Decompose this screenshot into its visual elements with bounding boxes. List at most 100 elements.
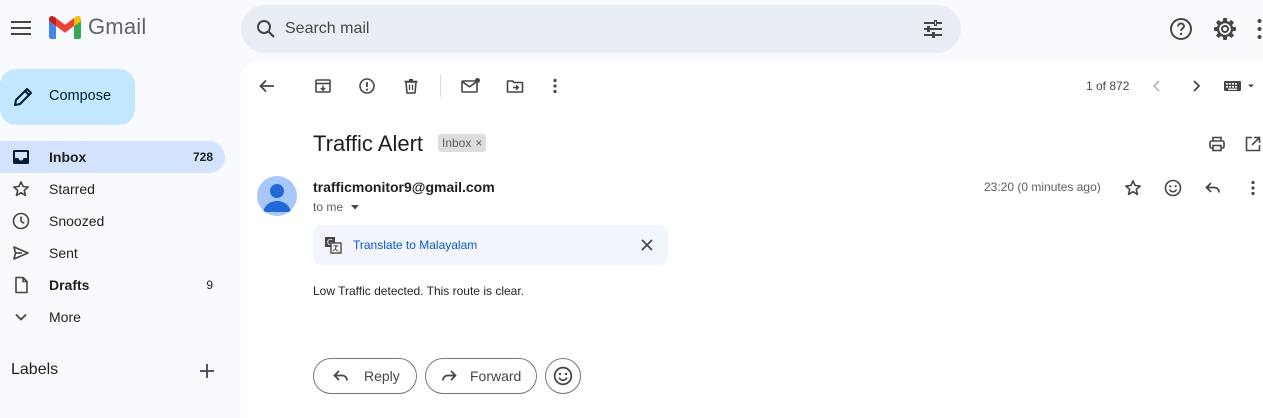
open-new-window-button[interactable] xyxy=(1241,132,1263,156)
reply-button[interactable] xyxy=(1201,176,1225,200)
add-reaction-button[interactable] xyxy=(1161,176,1185,200)
caret-down-icon xyxy=(351,205,360,210)
support-button[interactable] xyxy=(1168,16,1194,42)
sidebar-item-label: Drafts xyxy=(49,277,90,293)
message-pane: 1 of 872 Traffic Alert Inbox × trafficmo… xyxy=(241,62,1263,418)
translate-bar: G Translate to Malayalam xyxy=(313,225,668,265)
print-button[interactable] xyxy=(1205,132,1229,156)
star-icon xyxy=(12,180,30,198)
create-label-button[interactable] xyxy=(198,362,216,380)
sidebar: Compose Inbox 728 Starred Snoozed Sent D… xyxy=(0,58,241,418)
send-icon xyxy=(12,244,30,262)
gmail-m-icon xyxy=(49,15,81,39)
chevron-right-icon xyxy=(1193,80,1201,92)
menu-icon xyxy=(11,21,31,35)
message-time: 23:20 (0 minutes ago) xyxy=(984,180,1101,194)
help-icon xyxy=(1170,18,1192,40)
recipient-text: to me xyxy=(313,200,344,214)
label-chip-text: Inbox xyxy=(442,136,472,150)
labels-heading: Labels xyxy=(11,361,59,378)
delete-button[interactable] xyxy=(399,74,423,98)
avatar[interactable] xyxy=(257,176,297,216)
sender-email[interactable]: trafficmonitor9@gmail.com xyxy=(313,179,495,195)
sidebar-item-label: Starred xyxy=(49,181,95,197)
search-bar xyxy=(241,5,961,53)
google-apps-button[interactable] xyxy=(1256,18,1263,40)
reply-pill-button[interactable]: Reply xyxy=(313,358,417,394)
app-name: Gmail xyxy=(88,14,147,39)
inbox-label-chip[interactable]: Inbox × xyxy=(438,134,487,152)
sidebar-item-inbox[interactable]: Inbox 728 xyxy=(0,141,225,173)
search-button[interactable] xyxy=(254,17,278,41)
draft-icon xyxy=(12,276,30,294)
sidebar-item-sent[interactable]: Sent xyxy=(0,237,225,269)
older-button[interactable] xyxy=(1184,74,1208,98)
back-button[interactable] xyxy=(255,74,279,98)
sidebar-item-more[interactable]: More xyxy=(0,301,225,333)
sidebar-item-snoozed[interactable]: Snoozed xyxy=(0,205,225,237)
more-options-button[interactable] xyxy=(543,74,567,98)
plus-icon xyxy=(200,364,214,378)
star-button[interactable] xyxy=(1121,176,1145,200)
sidebar-item-starred[interactable]: Starred xyxy=(0,173,225,205)
emoji-icon xyxy=(553,366,573,386)
forward-icon xyxy=(442,370,457,381)
search-options-button[interactable] xyxy=(921,17,945,41)
emoji-icon xyxy=(1164,179,1182,197)
pencil-icon xyxy=(11,85,35,109)
settings-button[interactable] xyxy=(1212,16,1238,42)
mark-unread-button[interactable] xyxy=(459,74,483,98)
sidebar-item-drafts[interactable]: Drafts 9 xyxy=(0,269,225,301)
reply-icon xyxy=(333,370,348,381)
more-vert-icon xyxy=(1251,180,1255,196)
sidebar-item-label: More xyxy=(49,309,81,325)
move-to-icon xyxy=(506,80,524,93)
sidebar-item-label: Inbox xyxy=(49,149,87,165)
email-subject: Traffic Alert xyxy=(313,131,424,156)
toolbar-divider xyxy=(440,75,441,97)
message-more-button[interactable] xyxy=(1241,176,1263,200)
tune-icon xyxy=(924,20,942,38)
report-spam-button[interactable] xyxy=(355,74,379,98)
reply-icon xyxy=(1205,182,1220,193)
chevron-left-icon xyxy=(1152,80,1160,92)
delete-icon xyxy=(404,79,418,94)
keyboard-icon xyxy=(1224,81,1254,91)
close-translate-button[interactable] xyxy=(640,238,654,252)
forward-label: Forward xyxy=(470,368,522,384)
compose-label: Compose xyxy=(49,88,112,104)
report-spam-icon xyxy=(359,78,375,94)
gmail-logo[interactable]: Gmail xyxy=(49,14,146,40)
more-vert-icon xyxy=(553,78,557,94)
recipients-toggle[interactable]: to me xyxy=(313,200,363,214)
gear-icon xyxy=(1214,18,1236,40)
forward-pill-button[interactable]: Forward xyxy=(425,358,537,394)
draft-count: 9 xyxy=(206,278,213,292)
translate-link[interactable]: Translate to Malayalam xyxy=(353,238,477,252)
mark-unread-icon xyxy=(461,78,480,93)
print-icon xyxy=(1209,136,1225,152)
main-menu-button[interactable] xyxy=(6,13,36,43)
top-bar: Gmail xyxy=(0,0,1263,58)
message-body: Low Traffic detected. This route is clea… xyxy=(313,284,524,298)
newer-button[interactable] xyxy=(1145,74,1169,98)
archive-button[interactable] xyxy=(311,74,335,98)
search-input[interactable] xyxy=(285,17,885,41)
move-to-button[interactable] xyxy=(503,74,527,98)
pagination-text: 1 of 872 xyxy=(1086,79,1130,93)
person-icon xyxy=(263,184,291,212)
apps-icon xyxy=(1257,19,1262,39)
clock-icon xyxy=(12,212,30,230)
folder-list: Inbox 728 Starred Snoozed Sent Drafts 9 … xyxy=(0,141,241,333)
search-icon xyxy=(257,20,275,38)
remove-label-button[interactable]: × xyxy=(475,136,482,150)
emoji-reaction-button[interactable] xyxy=(545,358,581,394)
compose-button[interactable]: Compose xyxy=(0,69,135,125)
back-icon xyxy=(259,79,274,93)
reply-label: Reply xyxy=(364,368,400,384)
chevron-down-icon xyxy=(12,308,30,326)
input-tools-button[interactable] xyxy=(1223,74,1255,98)
archive-icon xyxy=(315,79,331,93)
sidebar-item-label: Snoozed xyxy=(49,213,105,229)
inbox-icon xyxy=(12,148,30,166)
